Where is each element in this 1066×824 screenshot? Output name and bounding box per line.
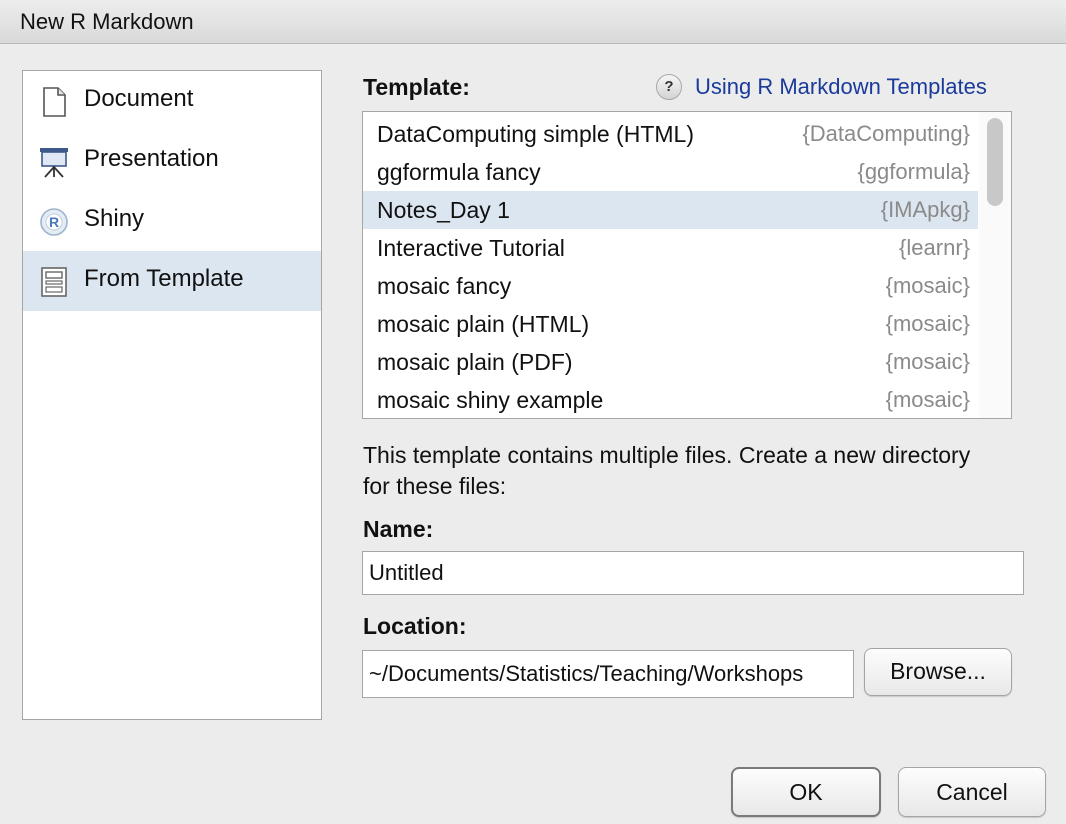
template-name: DataComputing simple (HTML) (377, 121, 694, 147)
sidebar-item-from-template[interactable]: From Template (23, 251, 321, 311)
window-title: New R Markdown (20, 9, 194, 34)
template-row[interactable]: mosaic plain (HTML) {mosaic} (363, 305, 978, 343)
help-icon[interactable]: ? (656, 74, 682, 100)
ok-button[interactable]: OK (731, 767, 881, 817)
sidebar-item-label: Document (84, 85, 194, 112)
format-sidebar: Document Presentation R Shiny From Templ… (22, 70, 322, 720)
sidebar-item-shiny[interactable]: R Shiny (23, 191, 321, 251)
template-package: {mosaic} (885, 387, 970, 412)
template-row[interactable]: mosaic shiny example {mosaic} (363, 381, 978, 418)
template-list-scrollbar[interactable] (979, 112, 1011, 418)
sidebar-item-label: From Template (84, 265, 244, 292)
using-templates-link[interactable]: Using R Markdown Templates (695, 74, 987, 100)
template-package: {DataComputing} (802, 121, 970, 146)
template-name: mosaic shiny example (377, 387, 604, 413)
directory-info-text: This template contains multiple files. C… (363, 442, 971, 499)
template-icon (41, 267, 67, 297)
template-name: Notes_Day 1 (377, 197, 510, 223)
template-row[interactable]: DataComputing simple (HTML) {DataComputi… (363, 115, 978, 153)
template-row[interactable]: mosaic fancy {mosaic} (363, 267, 978, 305)
template-label: Template: (363, 74, 470, 100)
scrollbar-thumb[interactable] (987, 118, 1003, 206)
template-row[interactable]: mosaic plain (PDF) {mosaic} (363, 343, 978, 381)
template-package: {ggformula} (857, 159, 970, 184)
template-name: mosaic fancy (377, 273, 512, 299)
svg-text:R: R (49, 214, 59, 230)
template-row[interactable]: ggformula fancy {ggformula} (363, 153, 978, 191)
template-name: mosaic plain (PDF) (377, 349, 573, 375)
browse-button[interactable]: Browse... (864, 648, 1012, 696)
location-input[interactable] (362, 650, 854, 698)
presentation-icon (40, 148, 68, 178)
template-row-selected[interactable]: Notes_Day 1 {IMApkg} (363, 191, 978, 229)
template-name: ggformula fancy (377, 159, 541, 185)
template-list[interactable]: DataComputing simple (HTML) {DataComputi… (362, 111, 1012, 419)
template-package: {IMApkg} (880, 197, 970, 222)
name-label: Name: (363, 516, 434, 542)
shiny-icon: R (40, 208, 68, 236)
template-name: mosaic plain (HTML) (377, 311, 590, 337)
template-package: {mosaic} (885, 273, 970, 298)
name-input[interactable] (362, 551, 1024, 595)
title-bar: New R Markdown (0, 0, 1066, 44)
template-package: {learnr} (899, 235, 970, 260)
sidebar-item-label: Shiny (84, 205, 145, 232)
template-package: {mosaic} (885, 349, 970, 374)
template-row[interactable]: Interactive Tutorial {learnr} (363, 229, 978, 267)
sidebar-item-label: Presentation (84, 145, 219, 172)
location-label: Location: (363, 613, 467, 639)
cancel-button[interactable]: Cancel (898, 767, 1046, 817)
template-package: {mosaic} (885, 311, 970, 336)
sidebar-item-presentation[interactable]: Presentation (23, 131, 321, 191)
sidebar-item-document[interactable]: Document (23, 71, 321, 131)
template-name: Interactive Tutorial (377, 235, 565, 261)
document-icon (43, 87, 66, 117)
